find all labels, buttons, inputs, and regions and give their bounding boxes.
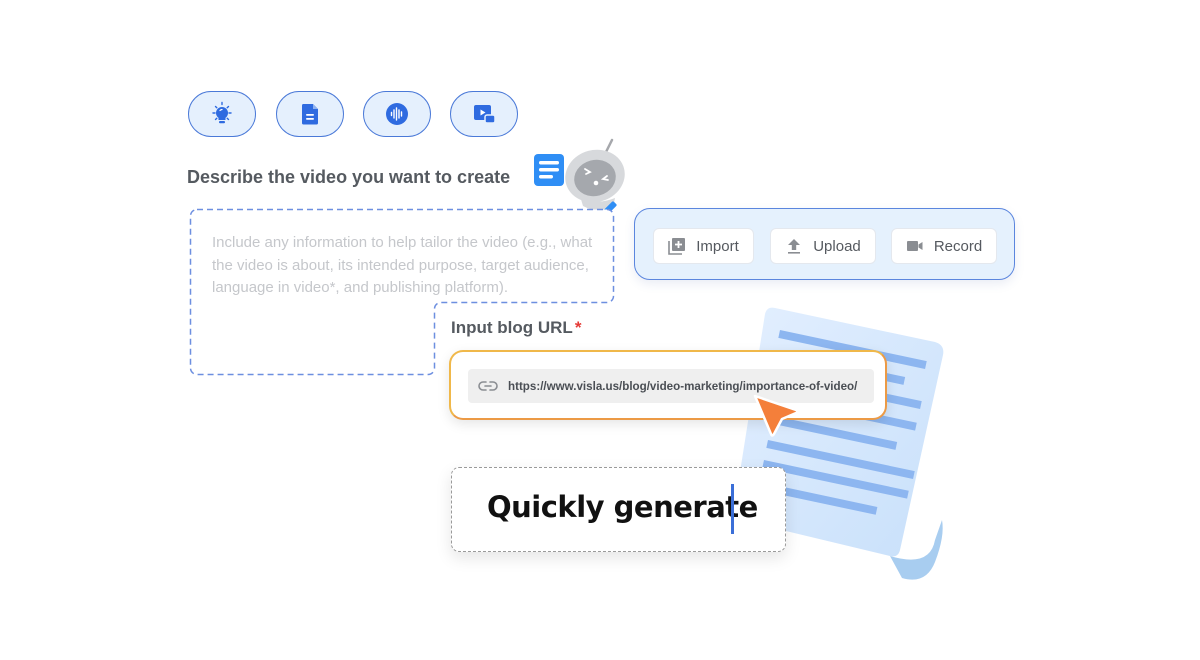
blog-url-value: https://www.visla.us/blog/video-marketin… xyxy=(508,379,858,393)
lightbulb-icon xyxy=(212,101,232,124)
record-button[interactable]: Record xyxy=(891,228,997,264)
pointer-cursor-icon xyxy=(753,394,799,437)
mode-pill-idea[interactable] xyxy=(188,91,256,137)
description-placeholder: Include any information to help tailor t… xyxy=(212,234,593,296)
describe-heading: Describe the video you want to create xyxy=(187,167,511,187)
blog-url-field: https://www.visla.us/blog/video-marketin… xyxy=(449,350,887,420)
upload-icon xyxy=(788,239,801,254)
generate-text-box[interactable]: Quickly generate xyxy=(451,467,786,552)
mode-pill-script[interactable] xyxy=(276,91,344,137)
video-icon xyxy=(474,105,496,124)
document-icon xyxy=(301,104,318,125)
audio-icon xyxy=(386,103,408,125)
record-label: Record xyxy=(933,237,983,255)
text-caret xyxy=(731,484,734,534)
import-label: Import xyxy=(696,237,739,255)
upload-button[interactable]: Upload xyxy=(770,228,876,264)
blog-url-label: Input blog URL * xyxy=(451,318,581,338)
mode-pill-audio[interactable] xyxy=(363,91,431,137)
upload-label: Upload xyxy=(813,237,861,255)
blog-url-input[interactable]: https://www.visla.us/blog/video-marketin… xyxy=(468,369,874,403)
import-panel: Import Upload Record xyxy=(634,208,1015,280)
import-button[interactable]: Import xyxy=(653,228,754,264)
camera-icon xyxy=(906,241,923,251)
mode-pill-video[interactable] xyxy=(450,91,518,137)
import-icon xyxy=(668,238,686,255)
required-mark: * xyxy=(574,318,582,337)
link-icon xyxy=(478,381,498,391)
generate-text: Quickly generate xyxy=(487,490,758,524)
blog-url-label-text: Input blog URL xyxy=(451,318,573,337)
